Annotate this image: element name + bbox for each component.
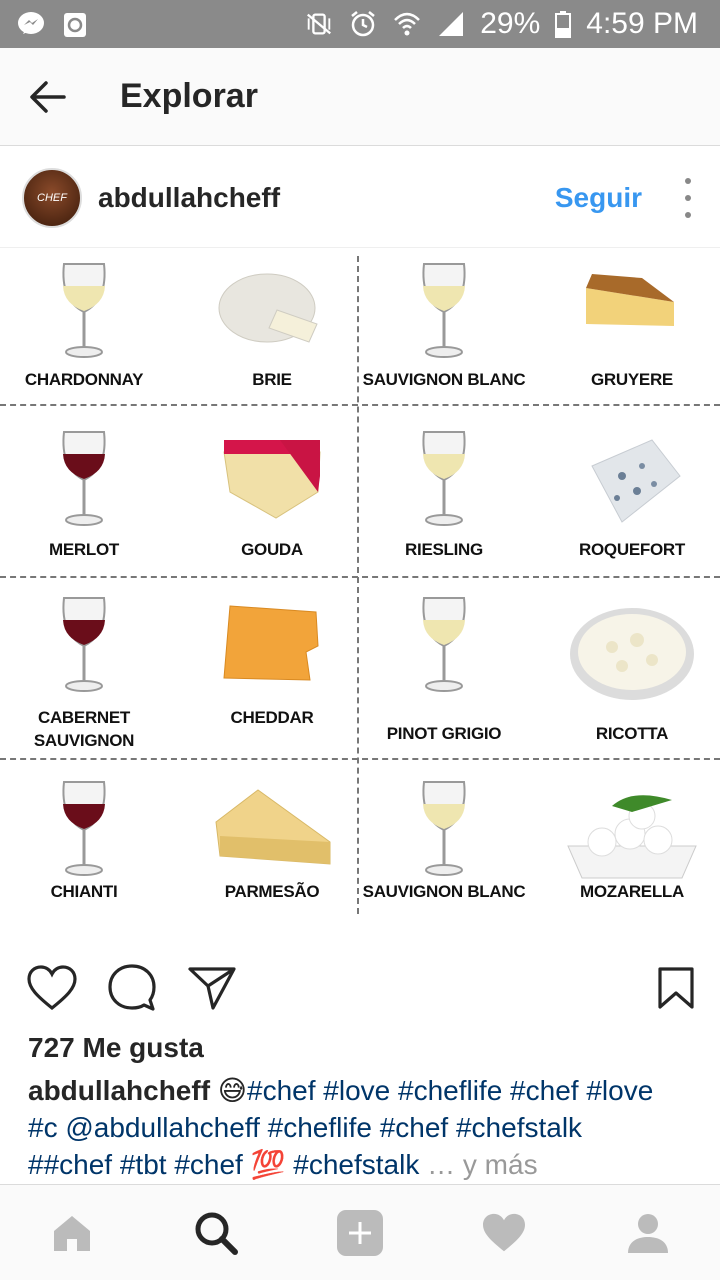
cheese-label: BRIE <box>252 370 292 389</box>
signal-icon <box>436 9 466 39</box>
wine-glass-icon <box>418 428 470 528</box>
activity-heart-icon[interactable] <box>476 1207 532 1259</box>
arrow-left-icon <box>30 80 66 113</box>
bookmark-icon[interactable] <box>650 962 702 1014</box>
post-header: CHEF abdullahcheff Seguir <box>0 148 720 248</box>
wine-glass-icon <box>58 260 110 360</box>
follow-button[interactable]: Seguir <box>555 182 642 214</box>
avatar[interactable]: CHEF <box>22 167 82 228</box>
grid-divider <box>0 758 720 760</box>
comment-icon[interactable] <box>106 962 158 1014</box>
app-header: Explorar <box>0 48 720 146</box>
wine-label: MERLOT <box>49 540 119 559</box>
cheese-image <box>217 268 327 353</box>
avatar-text: CHEF <box>37 191 67 204</box>
caption-emoji: 😅 <box>217 1075 247 1106</box>
cheese-image <box>567 602 697 707</box>
battery-icon <box>554 9 572 39</box>
alarm-icon <box>348 9 378 39</box>
likes-count[interactable]: 727 Me gusta <box>28 1032 204 1064</box>
caption-hashtags[interactable]: #c @abdullahcheff #cheflife #chef #chefs… <box>28 1112 582 1143</box>
wine-glass-icon <box>58 594 110 694</box>
caption-hashtags[interactable]: #chef #love #cheflife #chef #love <box>247 1075 653 1106</box>
wine-label: CHARDONNAY <box>24 370 144 389</box>
grid-divider <box>0 404 720 406</box>
cheese-label: PARMESÃO <box>224 882 320 901</box>
cheese-label: RICOTTA <box>595 724 669 743</box>
status-time: 4:59 PM <box>586 7 698 40</box>
bottom-nav <box>0 1184 720 1280</box>
recycle-icon <box>60 9 90 39</box>
wine-glass-icon <box>418 778 470 878</box>
caption-username[interactable]: abdullahcheff <box>28 1075 210 1106</box>
messenger-icon <box>16 9 46 39</box>
share-icon[interactable] <box>186 962 238 1014</box>
heart-icon[interactable] <box>26 962 78 1014</box>
page-title: Explorar <box>120 77 258 115</box>
vibrate-mute-icon <box>304 9 334 39</box>
cheese-label: ROQUEFORT <box>579 540 685 559</box>
caption-more-link[interactable]: … y más <box>427 1149 537 1180</box>
back-button[interactable] <box>0 48 96 146</box>
post-username[interactable]: abdullahcheff <box>98 182 555 214</box>
cheese-image <box>582 268 682 343</box>
post-image[interactable]: CHARDONNAY BRIE SAUVIGNON BLANC GRUYERE ME… <box>0 252 720 914</box>
cheese-image <box>582 436 682 531</box>
cheese-image <box>220 602 324 691</box>
grid-divider <box>357 256 359 914</box>
post-actions <box>0 958 720 1018</box>
wine-glass-icon <box>418 260 470 360</box>
wine-label: PINOT GRIGIO <box>386 724 502 743</box>
wine-label: CABERNET SAUVIGNON <box>33 708 135 750</box>
wine-glass-icon <box>418 594 470 694</box>
battery-percent: 29% <box>480 7 541 40</box>
search-icon[interactable] <box>188 1207 244 1259</box>
grid-divider <box>0 576 720 578</box>
wine-glass-icon <box>58 428 110 528</box>
wine-label: SAUVIGNON BLANC <box>362 370 526 389</box>
add-icon[interactable] <box>332 1207 388 1259</box>
cheese-label: GRUYERE <box>591 370 673 389</box>
more-vertical-icon[interactable] <box>678 177 698 218</box>
cheese-image <box>562 786 702 891</box>
cheese-label: CHEDDAR <box>230 708 314 727</box>
wine-label: RIESLING <box>405 540 483 559</box>
post-caption: abdullahcheff 😅#chef #love #cheflife #ch… <box>28 1072 698 1183</box>
cheese-label: MOZARELLA <box>579 882 684 901</box>
cheese-label: GOUDA <box>241 540 303 559</box>
cheese-image <box>220 436 324 525</box>
wine-glass-icon <box>58 778 110 878</box>
profile-icon[interactable] <box>620 1207 676 1259</box>
wine-label: SAUVIGNON BLANC <box>362 882 526 901</box>
cheese-image <box>212 786 332 881</box>
home-icon[interactable] <box>44 1207 100 1259</box>
caption-hashtags[interactable]: ##chef #tbt #chef 💯 #chefstalk <box>28 1149 419 1180</box>
wine-label: CHIANTI <box>50 882 118 901</box>
wifi-icon <box>392 9 422 39</box>
status-bar: 29% 4:59 PM <box>0 0 720 48</box>
